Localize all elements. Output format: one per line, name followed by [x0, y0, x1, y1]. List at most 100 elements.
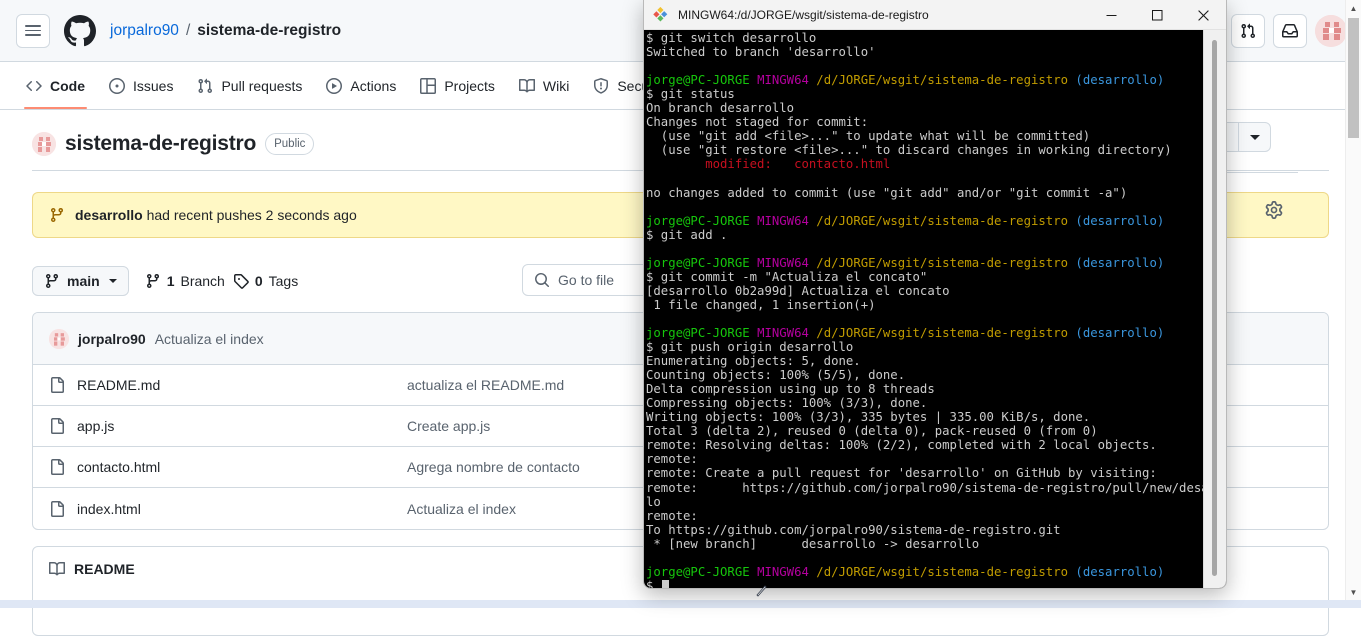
terminal-body[interactable]: $ git switch desarrollo Switched to branc… [644, 30, 1226, 588]
terminal-line: $ git switch desarrollo [646, 31, 817, 45]
git-pull-request-icon[interactable] [1231, 14, 1265, 48]
scrollbar-down-arrow[interactable]: ▼ [1346, 584, 1361, 600]
file-icon [51, 418, 64, 434]
mingw-icon [653, 6, 669, 23]
file-icon [51, 459, 64, 475]
terminal-line: $ [646, 579, 1204, 588]
git-branch-icon [50, 208, 63, 223]
terminal-line: jorge@PC-JORGE MINGW64 /d/JORGE/wsgit/si… [646, 73, 1165, 88]
gear-icon[interactable] [1265, 201, 1283, 224]
tab-actions-label: Actions [350, 78, 397, 94]
file-name[interactable]: app.js [77, 418, 407, 434]
chevron-down-icon [1249, 134, 1260, 140]
branches-count: 1 [166, 273, 175, 289]
file-commit-message[interactable]: Create app.js [407, 418, 490, 434]
file-name[interactable]: index.html [77, 501, 407, 517]
breadcrumb-separator: / [185, 21, 191, 39]
file-commit-message[interactable]: Actualiza el index [407, 501, 516, 517]
file-commit-message[interactable]: Agrega nombre de contacto [407, 459, 580, 475]
tags-label: Tags [268, 273, 299, 289]
minimize-icon[interactable] [1088, 0, 1134, 30]
file-name[interactable]: contacto.html [77, 459, 407, 475]
banner-message: had recent pushes 2 seconds ago [146, 207, 357, 223]
file-icon [51, 377, 64, 393]
commit-author[interactable]: jorpalro90 [78, 331, 146, 347]
terminal-line: $ git commit -m "Actualiza el concato" [646, 269, 928, 284]
terminal-line: Switched to branch 'desarrollo' [646, 45, 876, 60]
scrollbar-up-arrow[interactable]: ▲ [1346, 0, 1361, 16]
file-name[interactable]: README.md [77, 377, 407, 393]
terminal-scrollbar-thumb[interactable] [1212, 40, 1217, 576]
tab-code[interactable]: Code [16, 63, 95, 109]
hamburger-icon[interactable] [16, 13, 50, 48]
banner-branch-name[interactable]: desarrollo [75, 207, 143, 223]
terminal-line: jorge@PC-JORGE MINGW64 /d/JORGE/wsgit/si… [646, 213, 1165, 228]
tab-projects[interactable]: Projects [410, 63, 505, 109]
tags-count-link[interactable]: 0 Tags [233, 273, 298, 289]
inbox-icon[interactable] [1273, 14, 1307, 48]
tab-issues[interactable]: Issues [99, 63, 183, 109]
page-scrollbar[interactable]: ▲ ▼ [1345, 0, 1361, 608]
tab-issues-label: Issues [133, 78, 174, 94]
mingw64-terminal-window[interactable]: MINGW64:/d/JORGE/wsgit/sistema-de-regist… [643, 0, 1227, 589]
terminal-line: remote: Create a pull request for 'desar… [646, 466, 1157, 481]
book-icon [49, 561, 65, 576]
bottom-strip [0, 600, 1361, 608]
close-icon[interactable] [1180, 0, 1226, 30]
terminal-line: jorge@PC-JORGE MINGW64 /d/JORGE/wsgit/si… [646, 255, 1165, 270]
window-controls [1088, 0, 1226, 30]
terminal-line: no changes added to commit (use "git add… [646, 185, 1128, 200]
user-avatar[interactable] [1315, 15, 1347, 47]
commit-message[interactable]: Actualiza el index [155, 331, 264, 347]
tags-count: 0 [254, 273, 263, 289]
terminal-line: lo [646, 494, 661, 509]
banner-text: desarrollo had recent pushes 2 seconds a… [75, 207, 357, 223]
terminal-line: remote: Resolving deltas: 100% (2/2), co… [646, 438, 1157, 453]
readme-title: README [74, 561, 135, 577]
scrollbar-thumb[interactable] [1348, 18, 1359, 138]
terminal-line: [desarrollo 0b2a99d] Actualiza el concat… [646, 283, 950, 298]
branches-count-link[interactable]: 1 Branch [145, 273, 225, 289]
status-badge: Public [265, 133, 315, 155]
file-commit-message[interactable]: actualiza el README.md [407, 377, 564, 393]
branch-selector-button[interactable]: main [32, 266, 129, 296]
terminal-scrollbar[interactable] [1203, 30, 1226, 588]
avatar [49, 328, 69, 349]
terminal-line: $ git add . [646, 227, 728, 242]
tab-code-label: Code [50, 78, 85, 94]
tab-pull-requests[interactable]: Pull requests [187, 63, 312, 109]
terminal-line: To https://github.com/jorpalro90/sistema… [646, 522, 1061, 537]
header-actions [1231, 0, 1347, 62]
breadcrumb-owner[interactable]: jorpalro90 [110, 22, 179, 40]
tab-wiki[interactable]: Wiki [509, 63, 579, 109]
branch-selector-label: main [67, 273, 100, 289]
terminal-line: * [new branch] desarrollo -> desarrollo [646, 536, 980, 551]
terminal-line: Delta compression using up to 8 threads [646, 382, 935, 397]
terminal-title: MINGW64:/d/JORGE/wsgit/sistema-de-regist… [678, 7, 929, 22]
terminal-line: $ git push origin desarrollo [646, 340, 854, 355]
tag-icon [233, 274, 249, 289]
git-branch-icon [146, 274, 159, 289]
terminal-output: $ git switch desarrollo Switched to branc… [646, 31, 1226, 588]
search-placeholder: Go to file [558, 272, 615, 288]
tab-wiki-label: Wiki [542, 78, 570, 94]
tab-actions[interactable]: Actions [316, 63, 406, 109]
watch-dropdown-button[interactable] [1238, 122, 1271, 152]
maximize-icon[interactable] [1134, 0, 1180, 30]
divider [1218, 172, 1298, 173]
breadcrumb-repo[interactable]: sistema-de-registro [197, 22, 341, 40]
terminal-line: (use "git restore <file>..." to discard … [646, 143, 1172, 158]
terminal-line: On branch desarrollo [646, 101, 795, 116]
terminal-line: jorge@PC-JORGE MINGW64 /d/JORGE/wsgit/si… [646, 325, 1165, 340]
terminal-line: remote: [646, 508, 698, 523]
terminal-line: $ git status [646, 87, 735, 102]
terminal-title-bar[interactable]: MINGW64:/d/JORGE/wsgit/sistema-de-regist… [644, 0, 1226, 30]
terminal-line: remote: [646, 452, 698, 467]
page-title: sistema-de-registro [65, 132, 257, 155]
terminal-line: Total 3 (delta 2), reused 0 (delta 0), p… [646, 424, 1098, 439]
github-mark-icon[interactable] [64, 14, 96, 47]
